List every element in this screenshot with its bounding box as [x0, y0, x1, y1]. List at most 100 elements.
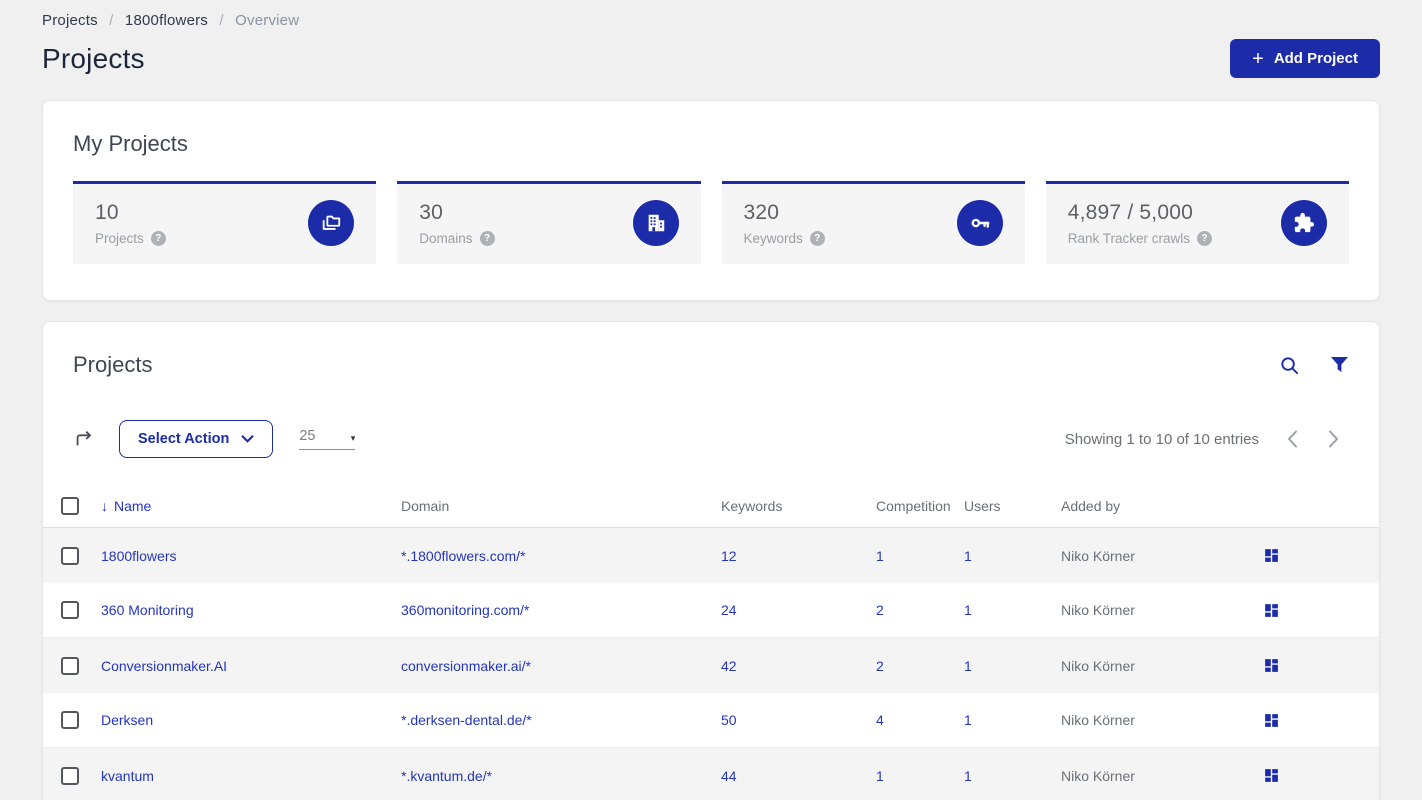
- page-size-value: 25: [299, 428, 316, 444]
- table-row: 360 Monitoring 360monitoring.com/* 24 2 …: [43, 583, 1379, 638]
- keywords-count: 42: [721, 657, 737, 674]
- stat-domains: 30 Domains ?: [397, 181, 701, 264]
- help-icon[interactable]: ?: [150, 230, 166, 246]
- breadcrumb: Projects / 1800flowers / Overview: [42, 12, 1380, 29]
- select-action-label: Select Action: [138, 431, 230, 447]
- dashboard-grid-icon[interactable]: [1263, 602, 1379, 619]
- search-icon[interactable]: [1279, 355, 1300, 376]
- project-name-link[interactable]: Conversionmaker.AI: [101, 658, 401, 674]
- column-header-keywords[interactable]: Keywords: [721, 498, 876, 514]
- help-icon[interactable]: ?: [809, 230, 825, 246]
- column-header-name[interactable]: ↓ Name: [101, 498, 401, 514]
- table-row: 1800flowers *.1800flowers.com/* 12 1 1 N…: [43, 528, 1379, 583]
- column-header-domain[interactable]: Domain: [401, 498, 721, 514]
- add-project-label: Add Project: [1273, 50, 1358, 67]
- select-all-checkbox[interactable]: [61, 496, 79, 515]
- column-header-competition[interactable]: Competition: [876, 498, 964, 514]
- page-size-select[interactable]: 25 ▾: [299, 428, 356, 450]
- projects-table: ↓ Name Domain Keywords Competition Users…: [43, 484, 1379, 800]
- row-checkbox[interactable]: [61, 656, 79, 675]
- sort-arrow-icon: ↓: [101, 497, 108, 514]
- folder-copy-icon: [308, 200, 355, 246]
- dashboard-grid-icon[interactable]: [1263, 712, 1379, 729]
- breadcrumb-separator: /: [219, 12, 224, 29]
- competition-count: 1: [876, 767, 884, 784]
- competition-count: 2: [876, 602, 884, 618]
- dashboard-grid-icon[interactable]: [1263, 547, 1379, 564]
- added-by: Niko Körner: [1061, 712, 1135, 728]
- stat-value: 30: [419, 200, 444, 224]
- select-action-dropdown[interactable]: Select Action: [119, 420, 274, 458]
- column-header-added-by[interactable]: Added by: [1061, 498, 1241, 514]
- dashboard-grid-icon[interactable]: [1263, 657, 1379, 674]
- showing-entries-text: Showing 1 to 10 of 10 entries: [1064, 430, 1259, 448]
- page: Projects / 1800flowers / Overview Projec…: [0, 0, 1422, 800]
- table-row: kvantum *.kvantum.de/* 44 1 1 Niko Körne…: [43, 748, 1379, 800]
- stat-projects: 10 Projects ?: [73, 181, 377, 264]
- breadcrumb-projects[interactable]: Projects: [42, 12, 98, 29]
- stat-keywords: 320 Keywords ?: [721, 181, 1025, 264]
- row-checkbox[interactable]: [61, 546, 79, 565]
- stat-value: 4,897 / 5,000: [1067, 200, 1193, 224]
- column-header-users[interactable]: Users: [964, 498, 1061, 514]
- users-count: 1: [964, 712, 972, 728]
- stat-rank-tracker-crawls: 4,897 / 5,000 Rank Tracker crawls ?: [1045, 181, 1349, 264]
- table-toolbar: Select Action 25 ▾ Showing 1 to 10 of 10…: [43, 420, 1379, 458]
- project-domain-link[interactable]: 360monitoring.com/*: [401, 602, 721, 618]
- project-domain-link[interactable]: conversionmaker.ai/*: [401, 658, 721, 674]
- keywords-count: 12: [721, 547, 737, 564]
- project-domain-link[interactable]: *.1800flowers.com/*: [401, 548, 721, 564]
- keywords-count: 24: [721, 602, 737, 618]
- users-count: 1: [964, 547, 972, 564]
- breadcrumb-1800flowers[interactable]: 1800flowers: [125, 12, 208, 29]
- table-row: Derksen *.derksen-dental.de/* 50 4 1 Nik…: [43, 693, 1379, 748]
- stat-value: 320: [743, 200, 780, 224]
- chevron-left-icon[interactable]: [1287, 430, 1298, 448]
- users-count: 1: [964, 767, 972, 784]
- stat-label: Projects: [95, 230, 144, 246]
- add-project-button[interactable]: + Add Project: [1230, 39, 1380, 78]
- competition-count: 1: [876, 547, 884, 564]
- chevron-right-icon[interactable]: [1328, 430, 1339, 448]
- row-checkbox[interactable]: [61, 601, 79, 619]
- breadcrumb-current: Overview: [235, 12, 300, 29]
- keywords-count: 44: [721, 767, 737, 784]
- row-checkbox[interactable]: [61, 766, 79, 785]
- help-icon[interactable]: ?: [1197, 230, 1213, 246]
- stat-label: Keywords: [743, 230, 803, 246]
- keywords-count: 50: [721, 712, 737, 728]
- stat-label: Rank Tracker crawls: [1067, 230, 1191, 246]
- table-row: Conversionmaker.AI conversionmaker.ai/* …: [43, 638, 1379, 693]
- project-name-link[interactable]: 360 Monitoring: [101, 602, 401, 618]
- dropdown-caret-icon: ▾: [350, 433, 356, 443]
- puzzle-icon: [1281, 200, 1327, 246]
- filter-icon[interactable]: [1330, 356, 1349, 374]
- dashboard-grid-icon[interactable]: [1263, 767, 1379, 784]
- added-by: Niko Körner: [1061, 602, 1135, 618]
- users-count: 1: [964, 602, 972, 618]
- help-icon[interactable]: ?: [479, 230, 495, 246]
- my-projects-card: My Projects 10 Projects ? 30 Domains ? 3…: [42, 100, 1380, 301]
- my-projects-title: My Projects: [73, 131, 188, 156]
- stat-value: 10: [95, 200, 119, 224]
- page-title: Projects: [42, 42, 145, 74]
- page-header: Projects + Add Project: [42, 39, 1380, 78]
- project-domain-link[interactable]: *.kvantum.de/*: [401, 768, 721, 784]
- project-name-link[interactable]: kvantum: [101, 768, 401, 784]
- project-domain-link[interactable]: *.derksen-dental.de/*: [401, 712, 721, 728]
- added-by: Niko Körner: [1061, 767, 1135, 784]
- row-checkbox[interactable]: [61, 711, 79, 729]
- project-name-link[interactable]: Derksen: [101, 712, 401, 728]
- plus-icon: +: [1252, 47, 1264, 70]
- table-header-row: ↓ Name Domain Keywords Competition Users…: [43, 484, 1379, 528]
- added-by: Niko Körner: [1061, 657, 1135, 674]
- project-name-link[interactable]: 1800flowers: [101, 548, 401, 564]
- projects-table-card: Projects Select Action 25 ▾ Showing 1 to…: [42, 321, 1380, 800]
- competition-count: 2: [876, 657, 884, 674]
- competition-count: 4: [876, 712, 884, 728]
- export-arrow-icon[interactable]: [73, 428, 95, 450]
- chevron-down-icon: [241, 435, 254, 443]
- stats-grid: 10 Projects ? 30 Domains ? 320 Keywords …: [73, 181, 1349, 264]
- users-count: 1: [964, 657, 972, 674]
- breadcrumb-separator: /: [109, 12, 114, 29]
